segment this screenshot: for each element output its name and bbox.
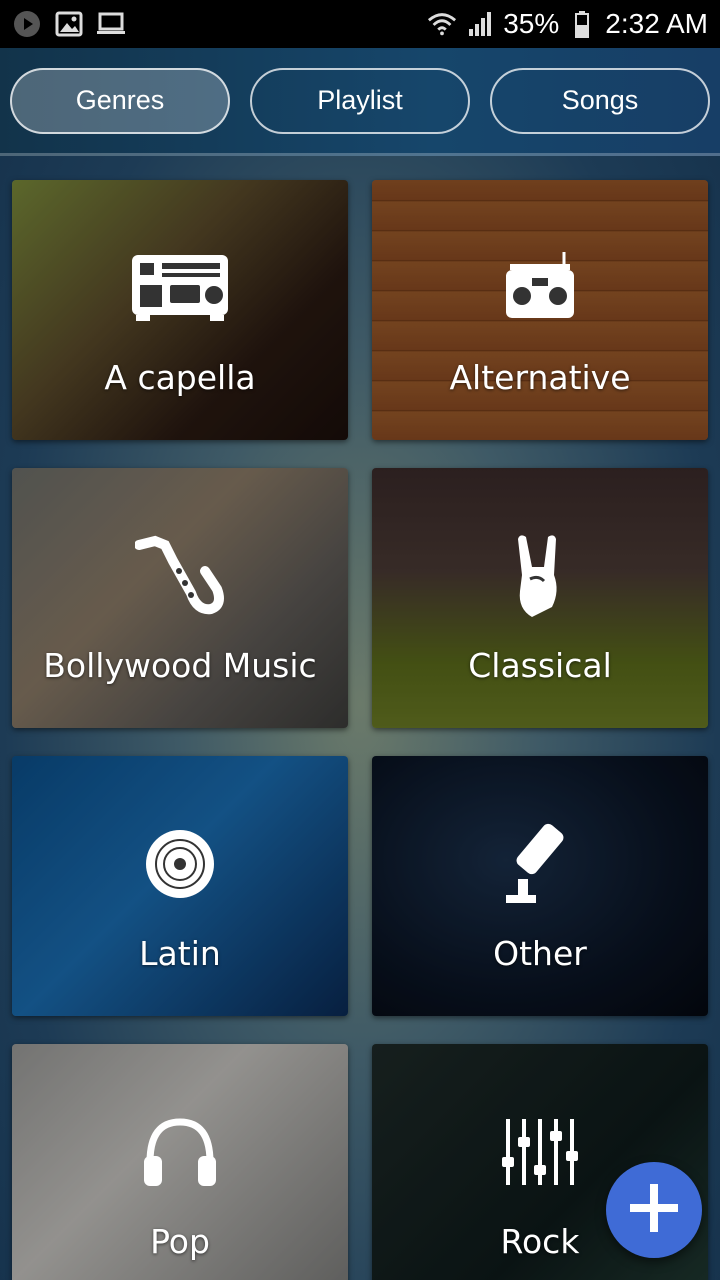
battery-icon <box>567 9 597 39</box>
genre-label: A capella <box>104 358 256 397</box>
genre-card-other[interactable]: Other <box>372 756 708 1016</box>
genre-label: Alternative <box>449 358 631 397</box>
laptop-icon <box>96 9 126 39</box>
plus-icon <box>626 1180 682 1240</box>
mixer-sliders-icon <box>490 1112 590 1192</box>
genre-label: Classical <box>468 646 612 685</box>
add-button[interactable] <box>606 1162 702 1258</box>
genre-card-alternative[interactable]: Alternative <box>372 180 708 440</box>
genre-grid: A capella Alternative Bollywood Music Cl… <box>12 180 708 1280</box>
genre-card-pop[interactable]: Pop <box>12 1044 348 1280</box>
genre-label: Other <box>493 934 587 973</box>
signal-icon <box>465 9 495 39</box>
play-icon <box>12 9 42 39</box>
vinyl-disc-icon <box>130 824 230 904</box>
microphone-icon <box>490 823 590 904</box>
genre-card-classical[interactable]: Classical <box>372 468 708 728</box>
stereo-icon <box>130 248 230 328</box>
image-icon <box>54 9 84 39</box>
tab-bar: Genres Playlist Songs <box>0 48 720 156</box>
saxophone-icon <box>130 535 230 616</box>
wifi-icon <box>427 9 457 39</box>
rock-hand-icon <box>490 535 590 617</box>
headphones-icon <box>130 1112 230 1192</box>
genre-label: Latin <box>139 934 221 973</box>
tab-songs[interactable]: Songs <box>490 67 710 134</box>
tab-genres[interactable]: Genres <box>10 67 230 134</box>
battery-percent: 35% <box>503 8 560 39</box>
boombox-icon <box>490 248 590 328</box>
genre-label: Pop <box>150 1222 210 1261</box>
genre-label: Bollywood Music <box>43 646 317 685</box>
clock: 2:32 AM <box>605 8 708 39</box>
status-bar: 35% 2:32 AM <box>0 0 720 48</box>
tab-playlist[interactable]: Playlist <box>250 67 470 134</box>
genre-card-bollywood-music[interactable]: Bollywood Music <box>12 468 348 728</box>
genre-card-a-capella[interactable]: A capella <box>12 180 348 440</box>
genre-card-latin[interactable]: Latin <box>12 756 348 1016</box>
